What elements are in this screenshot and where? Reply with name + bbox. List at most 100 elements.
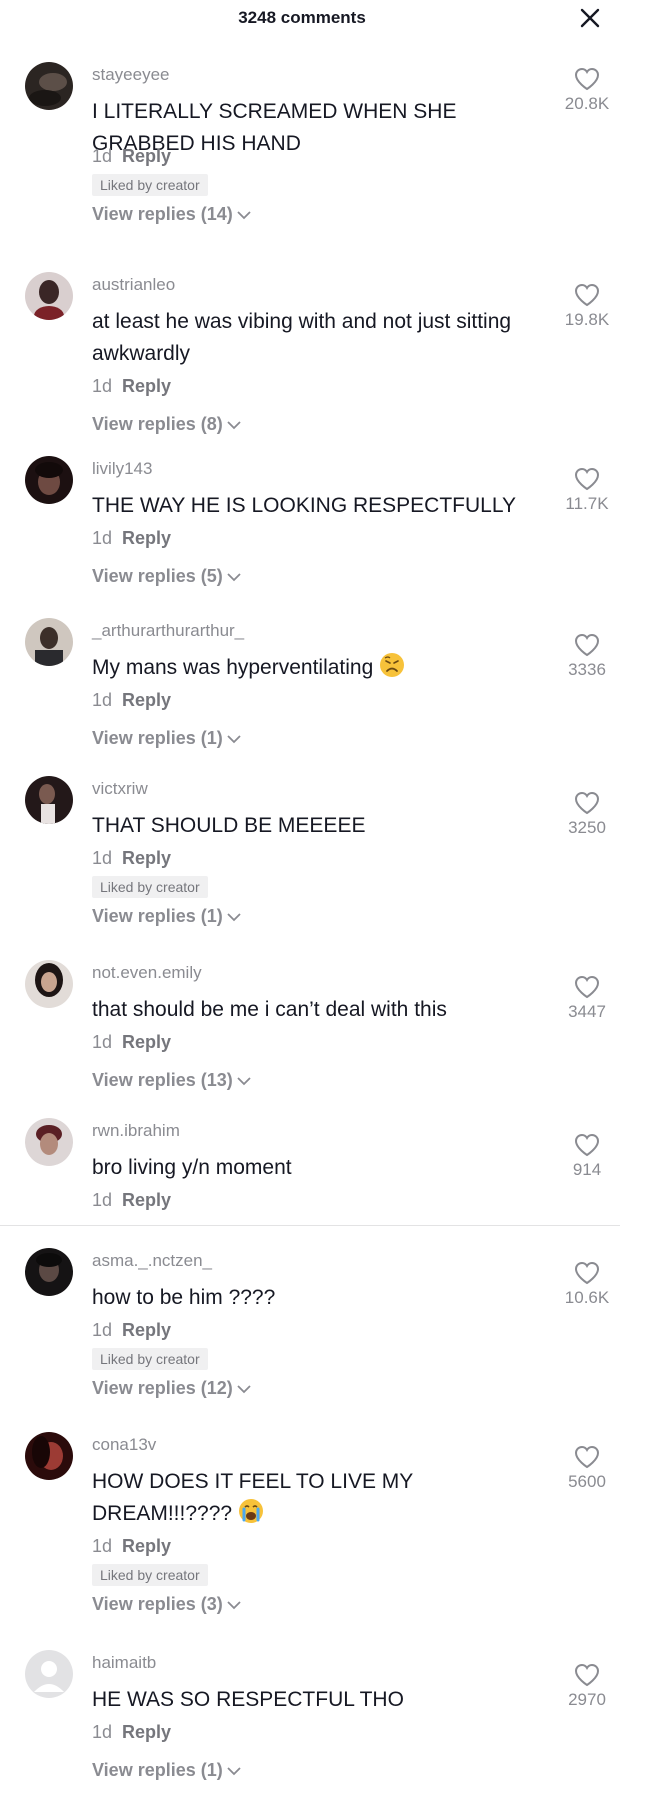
comment-text: THAT SHOULD BE MEEEEE (92, 814, 366, 837)
divider (0, 1225, 620, 1226)
comment-username[interactable]: _arthurarthurarthur_ (92, 621, 244, 641)
like-count: 20.8K (564, 94, 610, 113)
chevron-down-icon (226, 729, 242, 750)
heart-icon[interactable] (573, 466, 601, 492)
comments-header: 3248 comments (0, 0, 649, 36)
reply-button[interactable]: Reply (122, 1190, 171, 1210)
view-replies-label: View replies (5) (92, 566, 223, 586)
weary-face-emoji-icon (379, 652, 405, 688)
avatar[interactable] (25, 1650, 73, 1698)
comment-time: 1d (92, 1320, 113, 1340)
chevron-down-icon (226, 567, 242, 588)
avatar[interactable] (25, 1118, 73, 1166)
comment-username[interactable]: austrianleo (92, 275, 175, 295)
comment-text: bro living y/n moment (92, 1156, 292, 1179)
reply-button[interactable]: Reply (122, 1032, 171, 1052)
reply-button[interactable]: Reply (122, 1320, 171, 1340)
like-control: 10.6K (555, 1260, 619, 1308)
avatar[interactable] (25, 618, 73, 666)
reply-button[interactable]: Reply (122, 146, 171, 166)
close-icon[interactable] (576, 4, 604, 32)
view-replies-button[interactable]: View replies (12) (92, 1378, 252, 1400)
liked-by-creator-badge: Liked by creator (92, 876, 208, 898)
like-count: 3336 (568, 660, 606, 679)
view-replies-label: View replies (8) (92, 414, 223, 434)
view-replies-label: View replies (14) (92, 204, 233, 224)
avatar[interactable] (25, 1432, 73, 1480)
like-count: 3250 (568, 818, 606, 837)
comment-meta: 1d Reply (92, 146, 171, 167)
avatar[interactable] (25, 1248, 73, 1296)
avatar[interactable] (25, 776, 73, 824)
comment-time: 1d (92, 1722, 113, 1742)
reply-button[interactable]: Reply (122, 1722, 171, 1742)
comment-meta: 1d Reply (92, 848, 171, 869)
view-replies-label: View replies (1) (92, 728, 223, 748)
comment-time: 1d (92, 376, 113, 396)
comment-username[interactable]: victxriw (92, 779, 148, 799)
reply-button[interactable]: Reply (122, 848, 171, 868)
comment-meta: 1d Reply (92, 690, 171, 711)
heart-icon[interactable] (573, 790, 601, 816)
crying-face-emoji-icon (238, 1498, 264, 1534)
comment-meta: 1d Reply (92, 1320, 171, 1341)
view-replies-button[interactable]: View replies (8) (92, 414, 242, 436)
like-control: 5600 (555, 1444, 619, 1492)
like-control: 3250 (555, 790, 619, 838)
comment-text: HE WAS SO RESPECTFUL THO (92, 1688, 404, 1711)
view-replies-button[interactable]: View replies (1) (92, 728, 242, 750)
comment-time: 1d (92, 690, 113, 710)
view-replies-label: View replies (3) (92, 1594, 223, 1614)
reply-button[interactable]: Reply (122, 690, 171, 710)
reply-button[interactable]: Reply (122, 376, 171, 396)
like-control: 914 (555, 1132, 619, 1180)
heart-icon[interactable] (573, 282, 601, 308)
comment-username[interactable]: asma._.nctzen_ (92, 1251, 212, 1271)
comment-username[interactable]: haimaitb (92, 1653, 156, 1673)
view-replies-button[interactable]: View replies (14) (92, 204, 252, 226)
avatar[interactable] (25, 272, 73, 320)
view-replies-button[interactable]: View replies (1) (92, 1760, 242, 1782)
reply-button[interactable]: Reply (122, 528, 171, 548)
avatar[interactable] (25, 456, 73, 504)
comment-username[interactable]: cona13v (92, 1435, 156, 1455)
comment-text: HOW DOES IT FEEL TO LIVE MY DREAM!!!???? (92, 1466, 542, 1534)
comment-text: My mans was hyperventilating (92, 652, 542, 688)
view-replies-button[interactable]: View replies (1) (92, 906, 242, 928)
heart-icon[interactable] (573, 632, 601, 658)
like-count: 5600 (568, 1472, 606, 1491)
like-control: 20.8K (555, 66, 619, 114)
heart-icon[interactable] (573, 1444, 601, 1470)
comment-meta: 1d Reply (92, 1722, 171, 1743)
comment-text: THE WAY HE IS LOOKING RESPECTFULLY (92, 494, 516, 517)
like-count: 914 (572, 1160, 602, 1179)
heart-icon[interactable] (573, 974, 601, 1000)
view-replies-label: View replies (1) (92, 1760, 223, 1780)
chevron-down-icon (226, 1761, 242, 1782)
chevron-down-icon (226, 907, 242, 928)
view-replies-label: View replies (13) (92, 1070, 233, 1090)
comment-time: 1d (92, 1032, 113, 1052)
like-count: 3447 (568, 1002, 606, 1021)
like-count: 10.6K (564, 1288, 610, 1307)
comment-username[interactable]: not.even.emily (92, 963, 202, 983)
avatar[interactable] (25, 960, 73, 1008)
heart-icon[interactable] (573, 1132, 601, 1158)
comment-text: that should be me i can’t deal with this (92, 998, 447, 1021)
view-replies-button[interactable]: View replies (5) (92, 566, 242, 588)
like-count: 2970 (568, 1690, 606, 1709)
comment-username[interactable]: stayeeyee (92, 65, 170, 85)
reply-button[interactable]: Reply (122, 1536, 171, 1556)
comment-username[interactable]: rwn.ibrahim (92, 1121, 180, 1141)
view-replies-label: View replies (1) (92, 906, 223, 926)
chevron-down-icon (226, 1595, 242, 1616)
heart-icon[interactable] (573, 1260, 601, 1286)
view-replies-button[interactable]: View replies (13) (92, 1070, 252, 1092)
comment-username[interactable]: livily143 (92, 459, 152, 479)
like-control: 11.7K (555, 466, 619, 514)
view-replies-button[interactable]: View replies (3) (92, 1594, 242, 1616)
like-control: 3336 (555, 632, 619, 680)
heart-icon[interactable] (573, 66, 601, 92)
avatar[interactable] (25, 62, 73, 110)
heart-icon[interactable] (573, 1662, 601, 1688)
